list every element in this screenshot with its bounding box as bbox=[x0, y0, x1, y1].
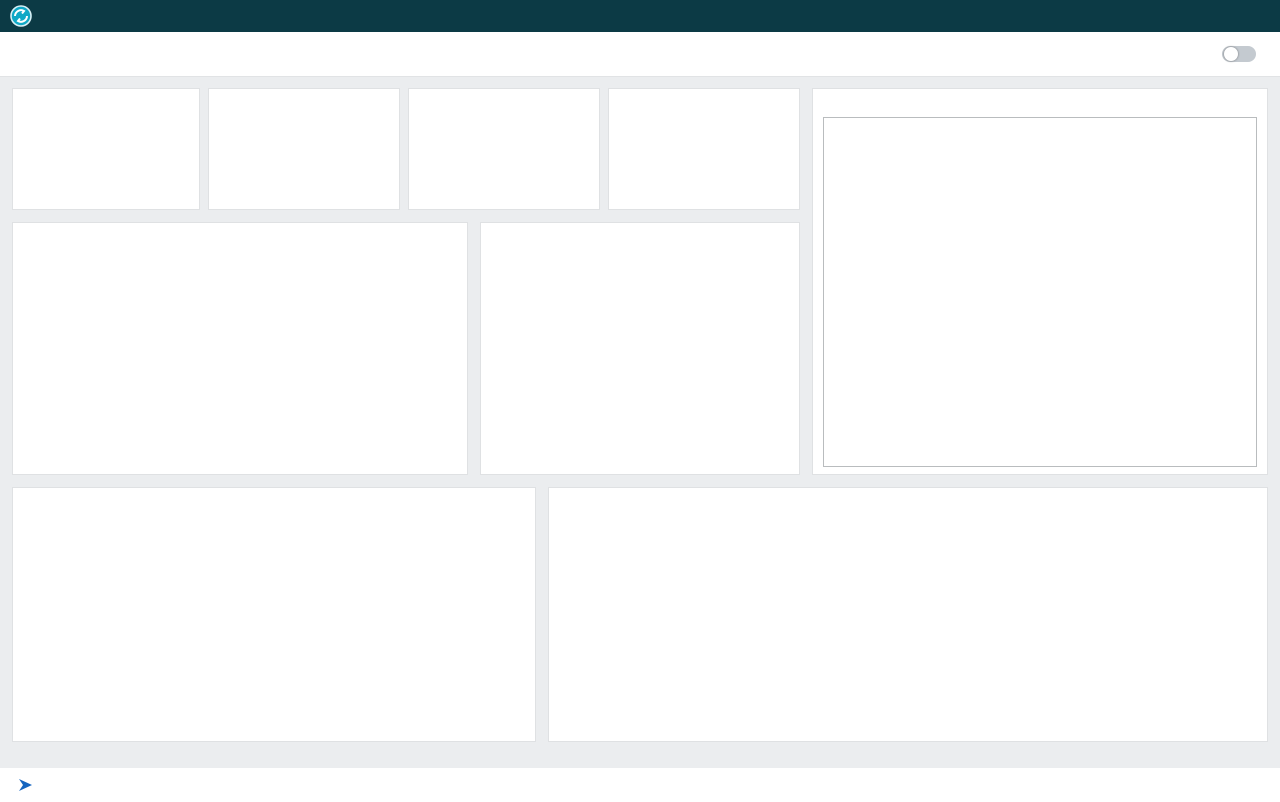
kpi-card-mean-age bbox=[12, 88, 200, 210]
bar-chart-panel bbox=[480, 222, 800, 475]
topbar bbox=[0, 0, 1280, 32]
bar-chart bbox=[481, 249, 799, 474]
minitab-connect-logo-icon bbox=[10, 5, 32, 27]
minitab-flag-icon bbox=[17, 778, 34, 792]
kpi-card-mean-chol bbox=[408, 88, 600, 210]
auto-update-toggle[interactable] bbox=[1222, 46, 1256, 62]
correlogram-panel bbox=[12, 222, 468, 475]
imr-chart bbox=[559, 514, 1259, 740]
footer bbox=[0, 768, 1280, 802]
correlogram-heatmap bbox=[13, 251, 467, 473]
kpi-label bbox=[13, 89, 199, 99]
analysis-statistics-panel bbox=[12, 487, 536, 742]
kpi-card-mean-rbp bbox=[208, 88, 400, 210]
sixpack-charts bbox=[824, 124, 1258, 414]
kpi-label bbox=[609, 89, 799, 99]
page-header bbox=[0, 32, 1280, 77]
kpi-label bbox=[209, 89, 399, 99]
kpi-label bbox=[409, 89, 599, 99]
kpi-card-mean-mhr bbox=[608, 88, 800, 210]
imr-chart-panel bbox=[548, 487, 1268, 742]
analysis-sixpack-panel bbox=[812, 88, 1268, 475]
toggle-knob[interactable] bbox=[1224, 47, 1238, 61]
sixpack-report bbox=[823, 117, 1257, 467]
